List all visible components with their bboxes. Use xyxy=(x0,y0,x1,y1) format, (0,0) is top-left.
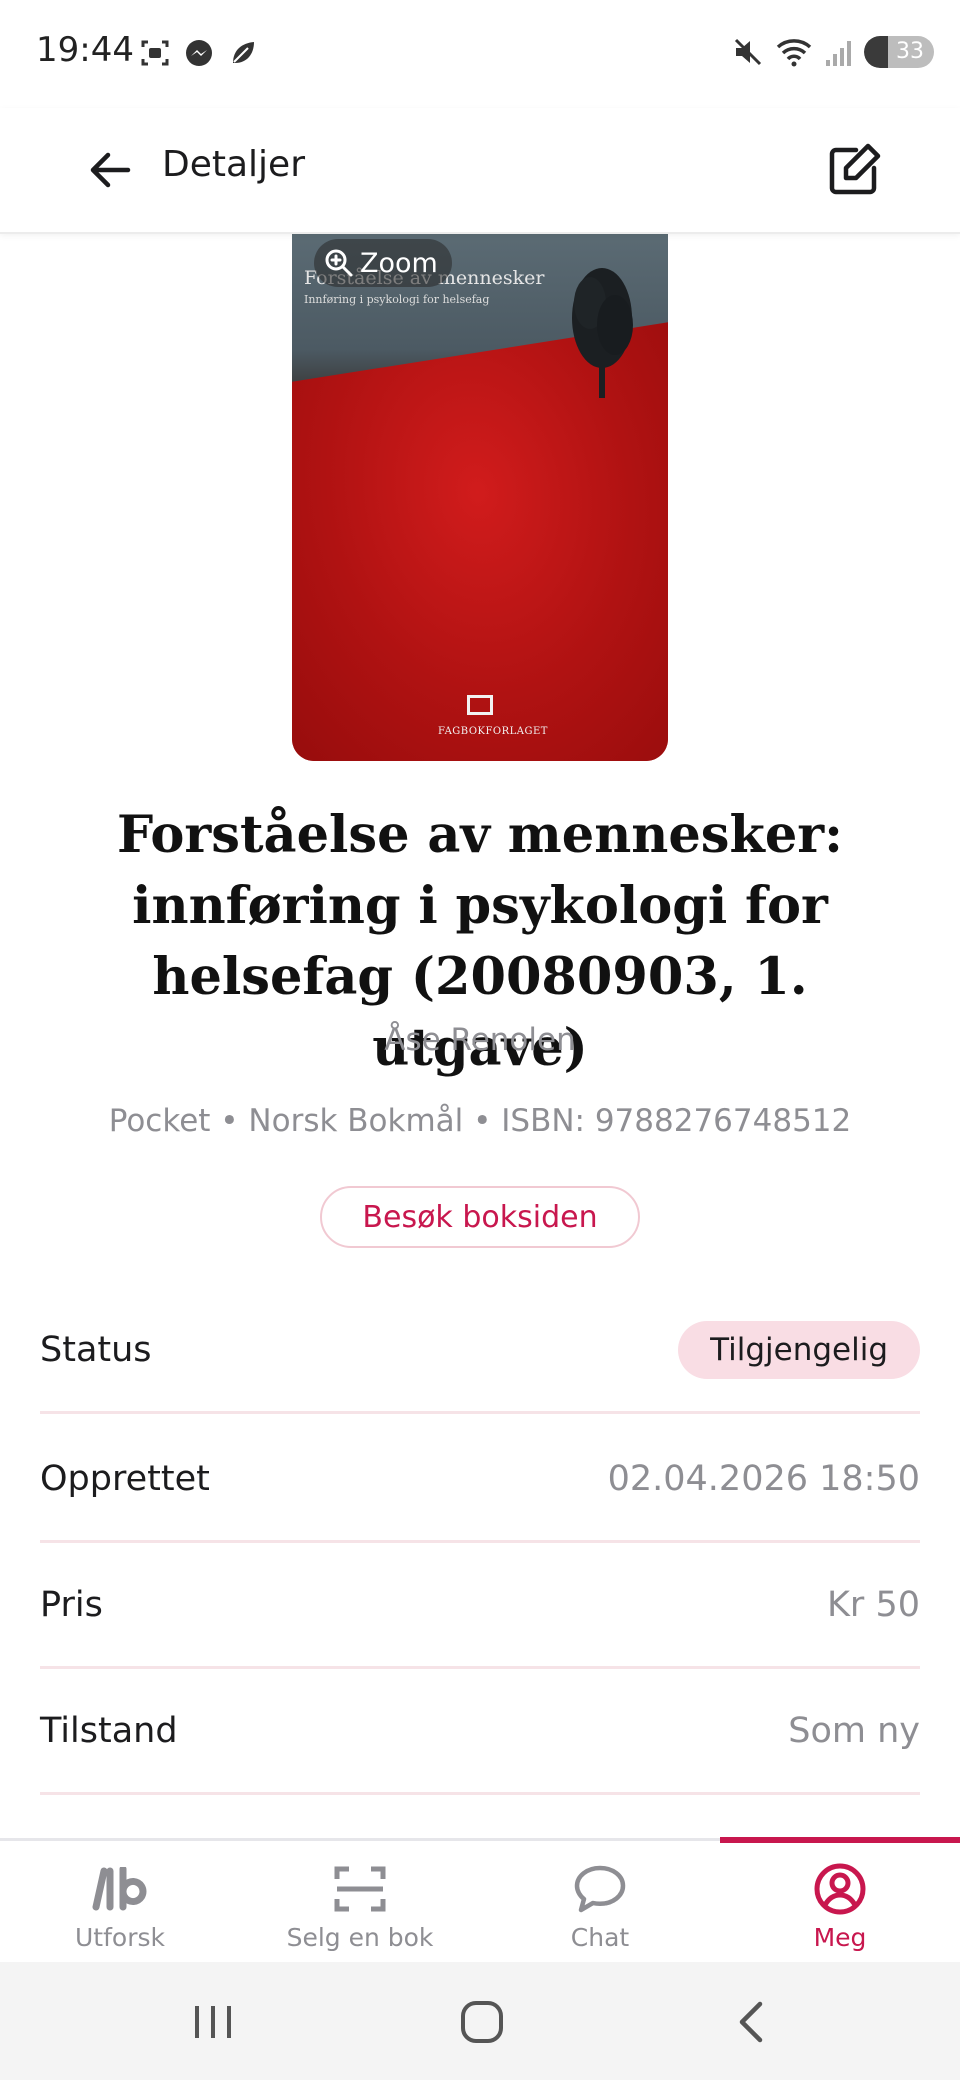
detail-label: Opprettet xyxy=(40,1458,210,1499)
detail-row-condition: Tilstand Som ny xyxy=(40,1669,920,1795)
signal-icon xyxy=(824,36,854,68)
leaf-icon xyxy=(228,38,258,68)
nav-label: Meg xyxy=(813,1923,867,1952)
system-navigation-bar xyxy=(0,1962,960,2080)
chat-bubble-icon xyxy=(570,1859,630,1919)
edit-button[interactable] xyxy=(820,136,888,204)
home-icon xyxy=(461,2001,503,2043)
cover-subtitle: Innføring i psykologi for helsefag xyxy=(304,293,490,306)
zoom-in-icon xyxy=(325,249,353,277)
app-header: Detaljer xyxy=(0,108,960,234)
status-bar: 19:44 33 xyxy=(0,0,960,108)
status-left-icons xyxy=(140,38,258,68)
detail-row-status: Status Tilgjengelig xyxy=(40,1288,920,1414)
publisher-mark xyxy=(467,695,493,715)
nav-explore[interactable]: Utforsk xyxy=(0,1841,240,1965)
nav-me[interactable]: Meg xyxy=(720,1841,960,1965)
nav-label: Utforsk xyxy=(75,1923,165,1952)
arrow-left-icon xyxy=(90,152,131,188)
nav-label: Selg en bok xyxy=(286,1923,434,1952)
status-badge: Tilgjengelig xyxy=(678,1320,920,1379)
back-button[interactable] xyxy=(82,142,138,198)
status-time: 19:44 xyxy=(36,30,134,70)
visit-book-page-button[interactable]: Besøk boksiden xyxy=(320,1186,640,1248)
zoom-button[interactable]: Zoom xyxy=(314,239,452,287)
detail-label: Pris xyxy=(40,1584,103,1625)
detail-value: Som ny xyxy=(788,1710,920,1751)
scan-icon xyxy=(330,1859,390,1919)
system-back-icon xyxy=(739,2001,763,2043)
status-right-icons: 33 xyxy=(732,36,934,68)
book-author[interactable]: Åse Renolen xyxy=(0,1022,960,1058)
explore-logo-icon xyxy=(90,1859,150,1919)
book-cover-image[interactable]: Forståelse av mennesker Innføring i psyk… xyxy=(292,233,668,761)
page-title: Detaljer xyxy=(162,144,305,185)
wifi-icon xyxy=(774,36,814,68)
profile-icon xyxy=(810,1859,870,1919)
home-button[interactable] xyxy=(452,1992,512,2052)
publisher-logo: FAGBOKFORLAGET xyxy=(438,695,547,738)
cover-tree xyxy=(572,268,633,398)
screenshot-icon xyxy=(140,38,170,68)
nav-sell-book[interactable]: Selg en bok xyxy=(240,1841,480,1965)
zoom-label: Zoom xyxy=(360,247,438,279)
detail-value: 02.04.2026 18:50 xyxy=(607,1458,920,1499)
bottom-navigation: Utforsk Selg en bok Chat Meg xyxy=(0,1837,960,1965)
mute-icon xyxy=(732,36,764,68)
nav-chat[interactable]: Chat xyxy=(480,1841,720,1965)
system-back-button[interactable] xyxy=(722,1992,782,2052)
nav-label: Chat xyxy=(570,1923,630,1952)
battery-icon: 33 xyxy=(864,36,934,68)
detail-row-created: Opprettet 02.04.2026 18:50 xyxy=(40,1417,920,1543)
messenger-icon xyxy=(184,38,214,68)
edit-icon xyxy=(829,143,881,195)
detail-label: Tilstand xyxy=(40,1710,178,1751)
publisher-logo-text: FAGBOKFORLAGET xyxy=(438,726,548,737)
detail-label: Status xyxy=(40,1329,152,1370)
recent-apps-icon xyxy=(195,2006,231,2038)
detail-row-price: Pris Kr 50 xyxy=(40,1543,920,1669)
detail-value: Kr 50 xyxy=(826,1584,920,1625)
book-meta: Pocket • Norsk Bokmål • ISBN: 9788276748… xyxy=(108,1103,852,1139)
recent-apps-button[interactable] xyxy=(183,1992,243,2052)
